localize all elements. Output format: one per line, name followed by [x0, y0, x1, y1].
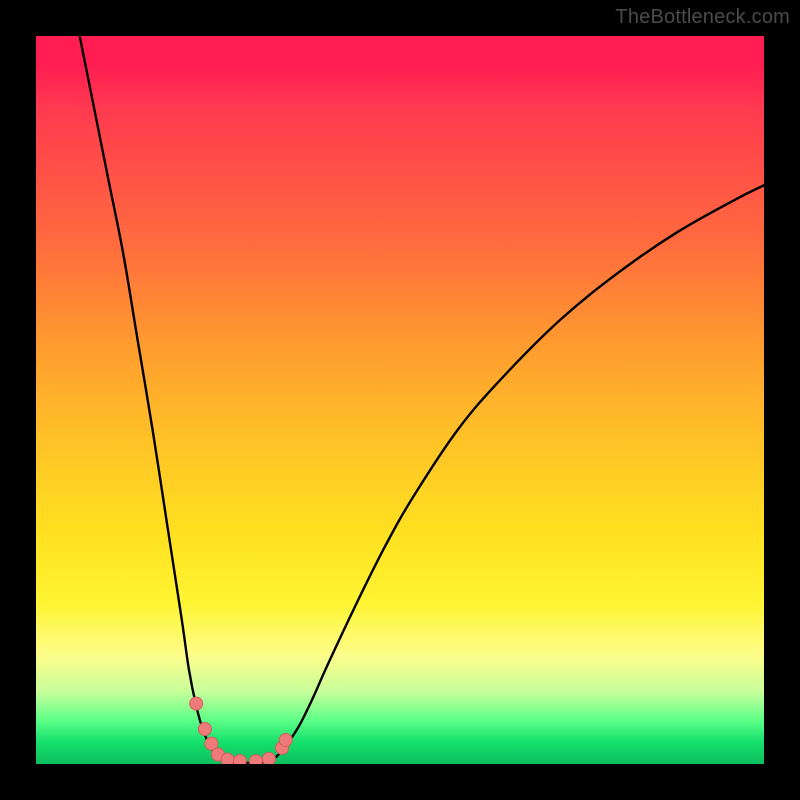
watermark-text: TheBottleneck.com	[615, 6, 790, 29]
chart-frame: TheBottleneck.com	[0, 0, 800, 800]
plot-area	[36, 36, 764, 764]
curve-left	[80, 36, 226, 761]
curve-group	[80, 36, 764, 763]
marker-dot	[249, 755, 262, 764]
curve-right	[269, 185, 764, 761]
chart-svg	[36, 36, 764, 764]
marker-dot	[198, 723, 211, 736]
marker-dot	[221, 753, 234, 764]
marker-dot	[262, 752, 275, 764]
marker-dot	[233, 755, 246, 764]
marker-dot	[190, 697, 203, 710]
markers-group	[190, 697, 293, 764]
marker-dot	[279, 733, 292, 746]
